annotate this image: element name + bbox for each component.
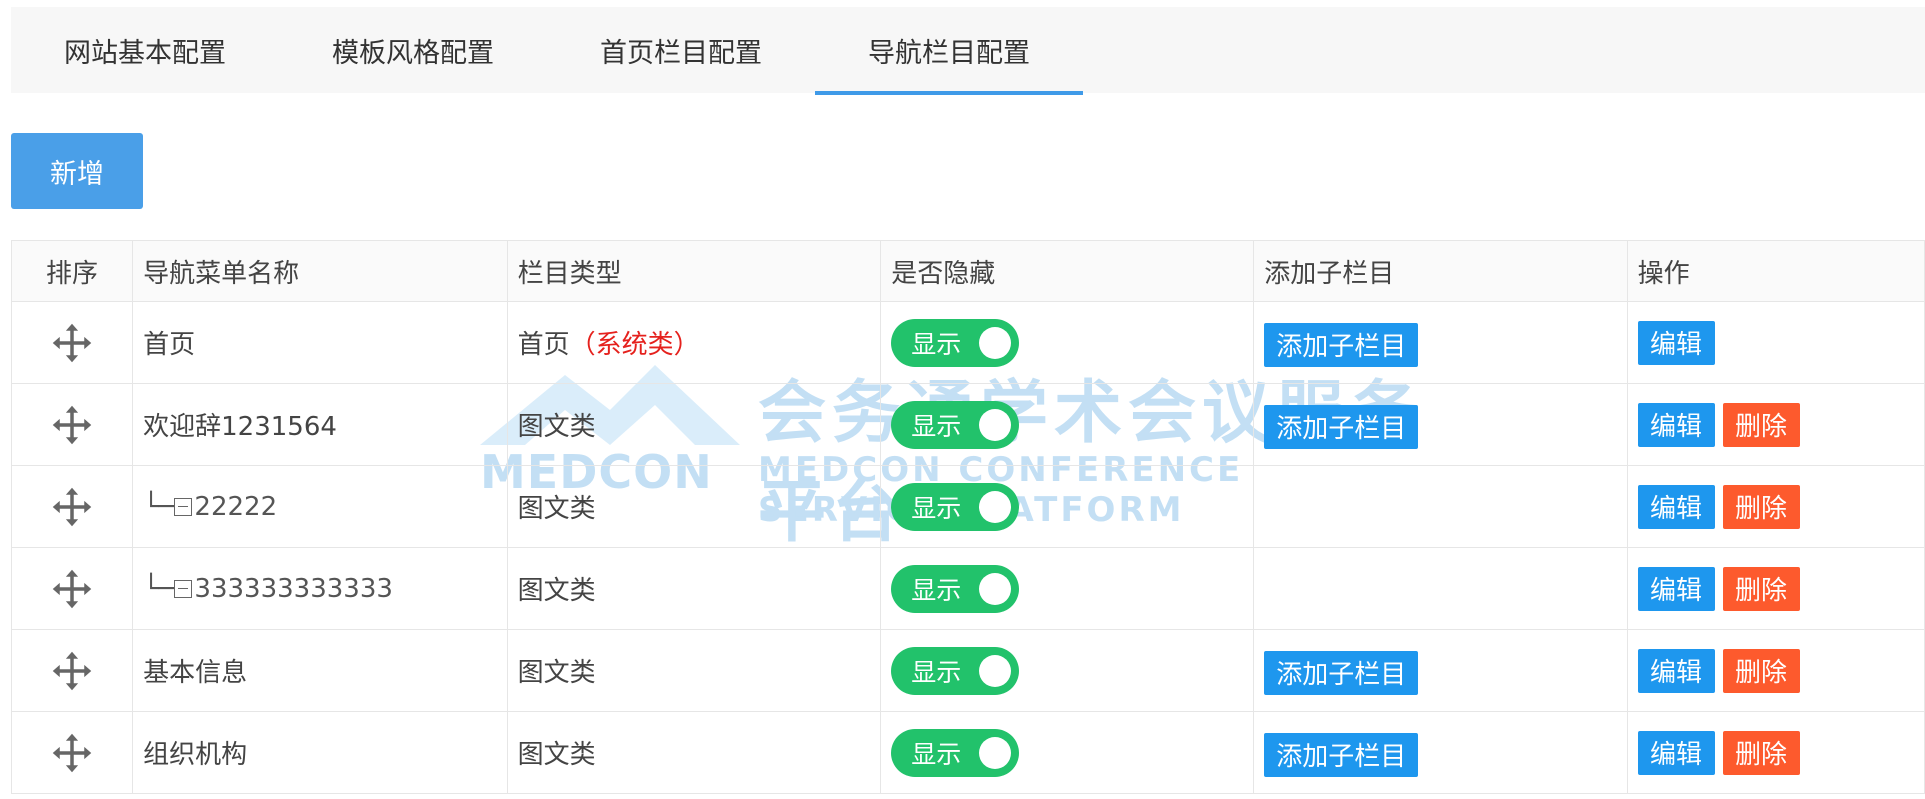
col-actions: 操作: [1626, 240, 1925, 302]
tree-branch: └─: [143, 573, 175, 604]
toggle-label: 显示: [911, 329, 962, 359]
edit-button[interactable]: 编辑: [1637, 484, 1715, 529]
toggle-label: 显示: [911, 739, 962, 769]
visibility-toggle[interactable]: 显示: [891, 400, 1020, 449]
edit-button[interactable]: 编辑: [1637, 566, 1715, 611]
config-tabs: 网站基本配置 模板风格配置 首页栏目配置 导航栏目配置: [11, 7, 1925, 95]
edit-button[interactable]: 编辑: [1637, 730, 1715, 775]
column-type: 图文类: [517, 576, 596, 606]
table-row: └─ 333333333333 图文类 显示 编辑 删除: [10, 547, 1925, 630]
delete-button[interactable]: 删除: [1722, 484, 1800, 529]
toggle-label: 显示: [911, 575, 962, 605]
col-column-type: 栏目类型: [506, 240, 882, 302]
menu-name: 组织机构: [143, 740, 248, 770]
menu-name: 基本信息: [143, 658, 248, 688]
table-row: └─ 22222 图文类 显示 编辑 删除: [10, 465, 1925, 548]
add-sub-column-button[interactable]: 添加子栏目: [1264, 732, 1419, 777]
add-button[interactable]: 新增: [11, 133, 143, 209]
collapse-icon[interactable]: [174, 579, 193, 598]
tab-nav-columns-config[interactable]: 导航栏目配置: [815, 7, 1083, 95]
col-menu-name: 导航菜单名称: [132, 240, 508, 302]
visibility-toggle[interactable]: 显示: [891, 728, 1020, 777]
add-sub-column-button[interactable]: 添加子栏目: [1264, 322, 1419, 367]
move-drag-icon[interactable]: [51, 322, 93, 364]
add-sub-column-button[interactable]: 添加子栏目: [1264, 404, 1419, 449]
menu-name: 22222: [194, 491, 278, 522]
menu-name: 欢迎辞1231564: [143, 412, 337, 442]
visibility-toggle[interactable]: 显示: [891, 482, 1020, 531]
tree-node: └─ 22222: [143, 492, 277, 522]
table-row: 组织机构 图文类 显示 添加子栏目 编辑 删除: [10, 711, 1925, 794]
move-drag-icon[interactable]: [51, 650, 93, 692]
table-header-row: 排序 导航菜单名称 栏目类型 是否隐藏 添加子栏目 操作: [10, 240, 1925, 302]
move-drag-icon[interactable]: [51, 568, 93, 610]
move-drag-icon[interactable]: [51, 732, 93, 774]
edit-button[interactable]: 编辑: [1637, 320, 1715, 365]
toggle-label: 显示: [911, 493, 962, 523]
table-row: 欢迎辞1231564 图文类 显示 添加子栏目 编辑 删除: [10, 383, 1925, 466]
tree-branch: └─: [143, 491, 175, 522]
column-type: 图文类: [517, 412, 596, 442]
edit-button[interactable]: 编辑: [1637, 402, 1715, 447]
delete-button[interactable]: 删除: [1722, 730, 1800, 775]
menu-name: 333333333333: [194, 573, 393, 604]
nav-columns-table: 排序 导航菜单名称 栏目类型 是否隐藏 添加子栏目 操作 首页 首页（系统类） …: [10, 240, 1925, 794]
move-drag-icon[interactable]: [51, 404, 93, 446]
delete-button[interactable]: 删除: [1722, 648, 1800, 693]
add-sub-column-button[interactable]: 添加子栏目: [1264, 650, 1419, 695]
table-row: 首页 首页（系统类） 显示 添加子栏目 编辑: [10, 301, 1925, 384]
edit-button[interactable]: 编辑: [1637, 648, 1715, 693]
visibility-toggle[interactable]: 显示: [891, 564, 1020, 613]
tab-template-style-config[interactable]: 模板风格配置: [279, 7, 547, 93]
system-type-note: （系统类）: [569, 330, 700, 360]
tab-site-basic-config[interactable]: 网站基本配置: [11, 7, 279, 93]
column-type: 图文类: [517, 494, 596, 524]
column-type: 首页: [517, 330, 570, 360]
move-drag-icon[interactable]: [51, 486, 93, 528]
col-add-sub: 添加子栏目: [1253, 240, 1628, 302]
delete-button[interactable]: 删除: [1722, 402, 1800, 447]
table-row: 基本信息 图文类 显示 添加子栏目 编辑 删除: [10, 629, 1925, 712]
column-type: 图文类: [517, 658, 596, 688]
delete-button[interactable]: 删除: [1722, 566, 1800, 611]
tree-node: └─ 333333333333: [143, 574, 393, 604]
collapse-icon[interactable]: [174, 497, 193, 516]
column-type: 图文类: [517, 740, 596, 770]
toggle-label: 显示: [911, 411, 962, 441]
col-sort: 排序: [10, 240, 134, 302]
col-hidden: 是否隐藏: [880, 240, 1255, 302]
visibility-toggle[interactable]: 显示: [891, 318, 1020, 367]
toggle-label: 显示: [911, 657, 962, 687]
visibility-toggle[interactable]: 显示: [891, 646, 1020, 695]
menu-name: 首页: [143, 330, 196, 360]
tab-home-columns-config[interactable]: 首页栏目配置: [547, 7, 815, 93]
